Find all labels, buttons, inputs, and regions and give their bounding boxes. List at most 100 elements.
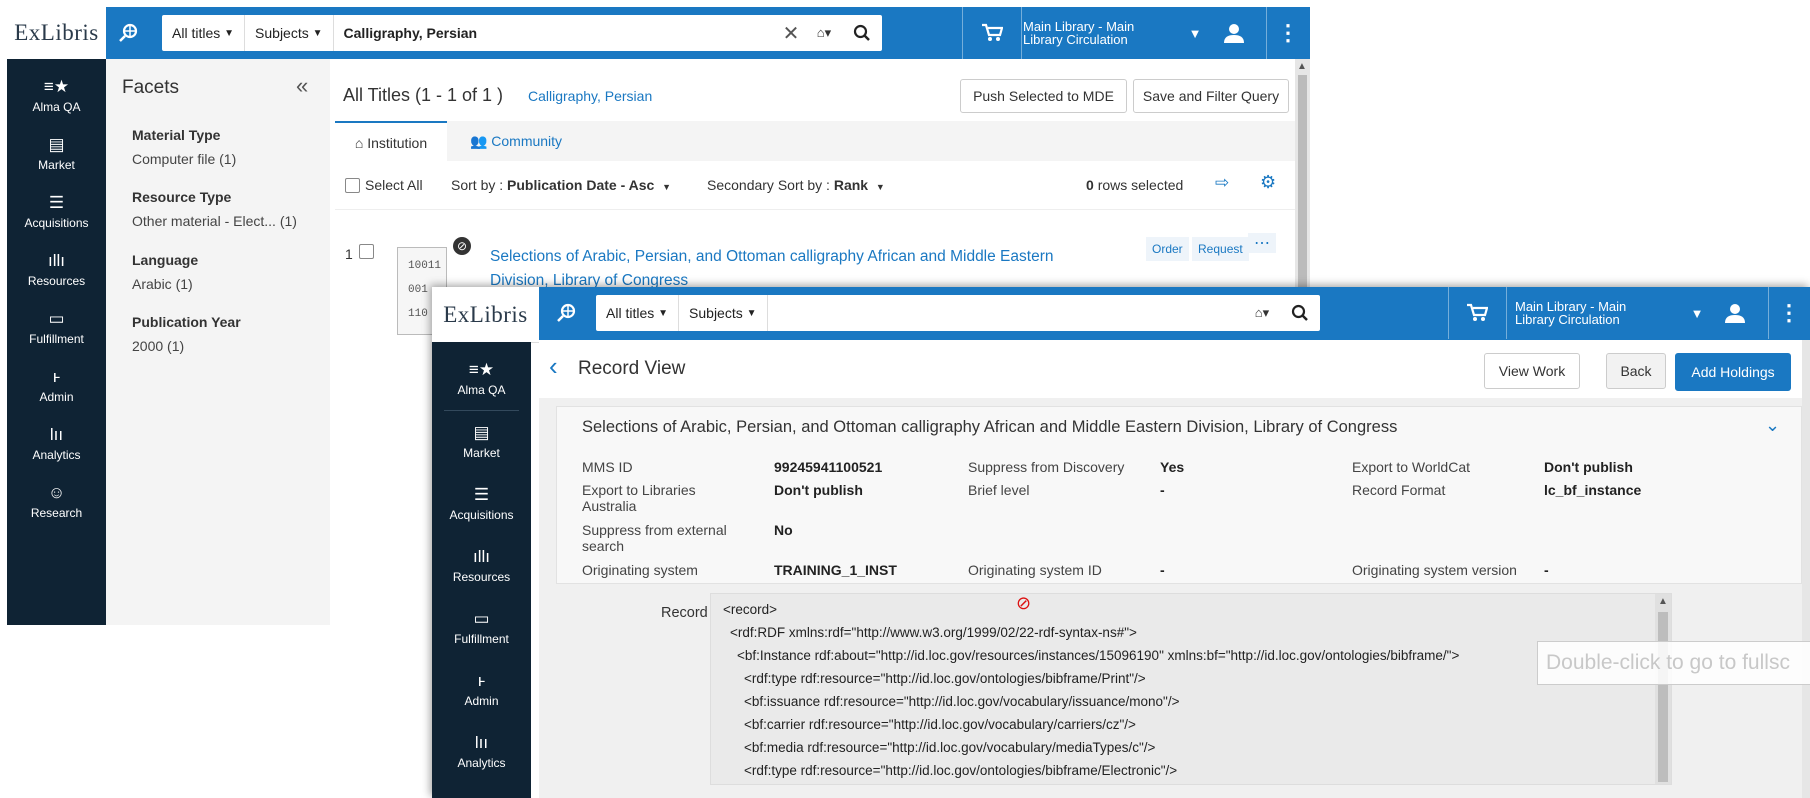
alma-star-icon: ≡★ bbox=[468, 360, 495, 379]
sort-dropdown[interactable]: Sort by : Publication Date - Asc ▼ bbox=[451, 177, 671, 193]
resources-icon: ıllı bbox=[48, 251, 65, 270]
facet-value[interactable]: Computer file (1) bbox=[132, 151, 236, 167]
search-type-dropdown[interactable]: Subjects ▼ bbox=[679, 295, 768, 331]
back-button[interactable]: Back bbox=[1606, 353, 1666, 389]
nav-resources[interactable]: ıllı Resources bbox=[7, 241, 106, 299]
facets-title: Facets bbox=[122, 77, 180, 98]
user-icon[interactable] bbox=[1720, 299, 1750, 327]
acquisitions-icon: ☰ bbox=[48, 193, 65, 212]
facet-value[interactable]: Arabic (1) bbox=[132, 276, 198, 292]
page-scrollbar[interactable] bbox=[1802, 340, 1810, 798]
back-chevron-icon[interactable]: ‹ bbox=[549, 353, 558, 379]
scroll-up-icon[interactable]: ▲ bbox=[1297, 61, 1307, 72]
left-nav: ≡★ Alma QA ▤ Market ☰ Acquisitions ıllı Reso… bbox=[432, 342, 531, 798]
search-type-dropdown[interactable]: Subjects ▼ bbox=[245, 15, 334, 51]
view-work-button[interactable]: View Work bbox=[1484, 353, 1580, 389]
tab-community[interactable]: 👥 Community bbox=[461, 121, 571, 161]
nav-alma-qa[interactable]: ≡★ Alma QA bbox=[7, 67, 106, 125]
persistent-search-icon[interactable] bbox=[114, 19, 144, 47]
nav-admin[interactable]: ⱶ Admin bbox=[432, 659, 531, 721]
search-icon[interactable] bbox=[842, 15, 882, 51]
persistent-search-icon[interactable] bbox=[552, 299, 582, 327]
search-box: All titles ▼ Subjects ▼ Calligraphy, Per… bbox=[162, 15, 882, 51]
record-scrollbar[interactable]: ▲ bbox=[1655, 594, 1671, 784]
add-holdings-button[interactable]: Add Holdings bbox=[1675, 353, 1791, 391]
record-xml-viewer[interactable]: <record> <rdf:RDF xmlns:rdf="http://www.… bbox=[710, 593, 1672, 785]
results-heading: All Titles (1 - 1 of 1 ) bbox=[343, 85, 504, 105]
library-selector[interactable]: Main Library - Main Library Circulation bbox=[1023, 7, 1163, 59]
nav-research[interactable]: ☺ Research bbox=[7, 473, 106, 531]
not-allowed-cursor-icon: ⊘ bbox=[1016, 593, 1032, 613]
nav-acquisitions[interactable]: ☰ Acquisitions bbox=[7, 183, 106, 241]
query-link[interactable]: Calligraphy, Persian bbox=[528, 88, 652, 104]
nav-fulfillment[interactable]: ▭ Fulfillment bbox=[432, 597, 531, 659]
request-button[interactable]: Request bbox=[1192, 237, 1249, 261]
nav-market[interactable]: ▤ Market bbox=[432, 411, 531, 473]
alma-star-icon: ≡★ bbox=[43, 77, 70, 96]
record-title: Selections of Arabic, Persian, and Ottom… bbox=[582, 418, 1398, 436]
secondary-sort-dropdown[interactable]: Secondary Sort by : Rank ▼ bbox=[707, 177, 885, 193]
community-icon: 👥 bbox=[469, 132, 488, 149]
facet-publication-year: Publication Year 2000 (1) bbox=[132, 314, 241, 354]
facets-panel: Facets « Material Type Computer file (1)… bbox=[106, 59, 330, 625]
nav-market[interactable]: ▤ Market bbox=[7, 125, 106, 183]
exlibris-logo[interactable]: ExLibris bbox=[7, 7, 106, 60]
home-scope-icon[interactable]: ⌂▾ bbox=[806, 15, 842, 51]
search-scope-dropdown[interactable]: All titles ▼ bbox=[162, 15, 246, 51]
library-dropdown-caret-icon[interactable]: ▼ bbox=[1185, 21, 1205, 45]
fulfillment-icon: ▭ bbox=[48, 309, 65, 328]
record-label: Record bbox=[661, 605, 708, 621]
more-menu-icon[interactable]: ⋮ bbox=[1270, 19, 1306, 47]
cart-icon[interactable] bbox=[1452, 299, 1502, 327]
nav-analytics[interactable]: lıı Analytics bbox=[7, 415, 106, 473]
settings-gear-icon[interactable]: ⚙ bbox=[1260, 172, 1276, 193]
result-title-link[interactable]: Selections of Arabic, Persian, and Ottom… bbox=[490, 245, 1053, 293]
caret-down-icon: ▼ bbox=[224, 27, 235, 39]
rows-selected: 0 rows selected bbox=[1086, 177, 1184, 193]
save-filter-query-button[interactable]: Save and Filter Query bbox=[1133, 79, 1289, 113]
facet-resource-type: Resource Type Other material - Elect... … bbox=[132, 189, 297, 229]
home-icon: ⌂ bbox=[354, 135, 364, 151]
suppressed-icon: ⊘ bbox=[453, 237, 471, 255]
facet-value[interactable]: 2000 (1) bbox=[132, 338, 241, 354]
library-selector[interactable]: Main Library - Main Library Circulation bbox=[1515, 287, 1655, 339]
search-scope-dropdown[interactable]: All titles ▼ bbox=[596, 295, 680, 331]
export-icon[interactable]: ⇨ bbox=[1215, 173, 1229, 193]
cart-icon[interactable] bbox=[967, 19, 1017, 47]
select-all-checkbox[interactable] bbox=[345, 178, 360, 193]
caret-down-icon: ▼ bbox=[312, 27, 323, 39]
analytics-icon: lıı bbox=[474, 733, 489, 752]
scroll-up-icon[interactable]: ▲ bbox=[1658, 596, 1668, 607]
nav-acquisitions[interactable]: ☰ Acquisitions bbox=[432, 473, 531, 535]
home-scope-icon[interactable]: ⌂▾ bbox=[1244, 295, 1280, 331]
record-view-main: ‹ Record View View Work Back Add Holding… bbox=[539, 340, 1810, 798]
fullscreen-hint-tooltip: Double-click to go to fullsc bbox=[1537, 641, 1810, 685]
push-to-mde-button[interactable]: Push Selected to MDE bbox=[960, 79, 1127, 113]
facet-value[interactable]: Other material - Elect... (1) bbox=[132, 213, 297, 229]
admin-icon: ⱶ bbox=[52, 367, 61, 386]
acquisitions-icon: ☰ bbox=[473, 485, 490, 504]
nav-analytics[interactable]: lıı Analytics bbox=[432, 721, 531, 783]
market-icon: ▤ bbox=[473, 423, 490, 442]
clear-search-icon[interactable]: ✕ bbox=[776, 15, 806, 51]
left-nav: ≡★ Alma QA ▤ Market ☰ Acquisitions ıllı Reso… bbox=[7, 59, 106, 625]
search-icon[interactable] bbox=[1280, 295, 1320, 331]
nav-alma-qa[interactable]: ≡★ Alma QA bbox=[432, 348, 531, 410]
market-icon: ▤ bbox=[48, 135, 65, 154]
library-dropdown-caret-icon[interactable]: ▼ bbox=[1687, 301, 1707, 325]
more-menu-icon[interactable]: ⋮ bbox=[1774, 299, 1804, 327]
nav-resources[interactable]: ıllı Resources bbox=[432, 535, 531, 597]
result-checkbox[interactable] bbox=[359, 244, 374, 259]
collapse-chevron-icon[interactable]: ⌄ bbox=[1765, 415, 1780, 436]
nav-admin[interactable]: ⱶ Admin bbox=[7, 357, 106, 415]
user-icon[interactable] bbox=[1219, 19, 1249, 47]
select-all-label: Select All bbox=[365, 177, 423, 193]
nav-fulfillment[interactable]: ▭ Fulfillment bbox=[7, 299, 106, 357]
order-button[interactable]: Order bbox=[1146, 237, 1189, 261]
more-actions-icon[interactable]: ⋯ bbox=[1248, 233, 1276, 253]
search-input[interactable]: Calligraphy, Persian bbox=[334, 25, 776, 41]
record-summary-card: Selections of Arabic, Persian, and Ottom… bbox=[556, 406, 1802, 584]
exlibris-logo[interactable]: ExLibris bbox=[432, 287, 539, 343]
tab-institution[interactable]: ⌂ Institution bbox=[335, 121, 447, 163]
collapse-facets-icon[interactable]: « bbox=[296, 73, 308, 99]
